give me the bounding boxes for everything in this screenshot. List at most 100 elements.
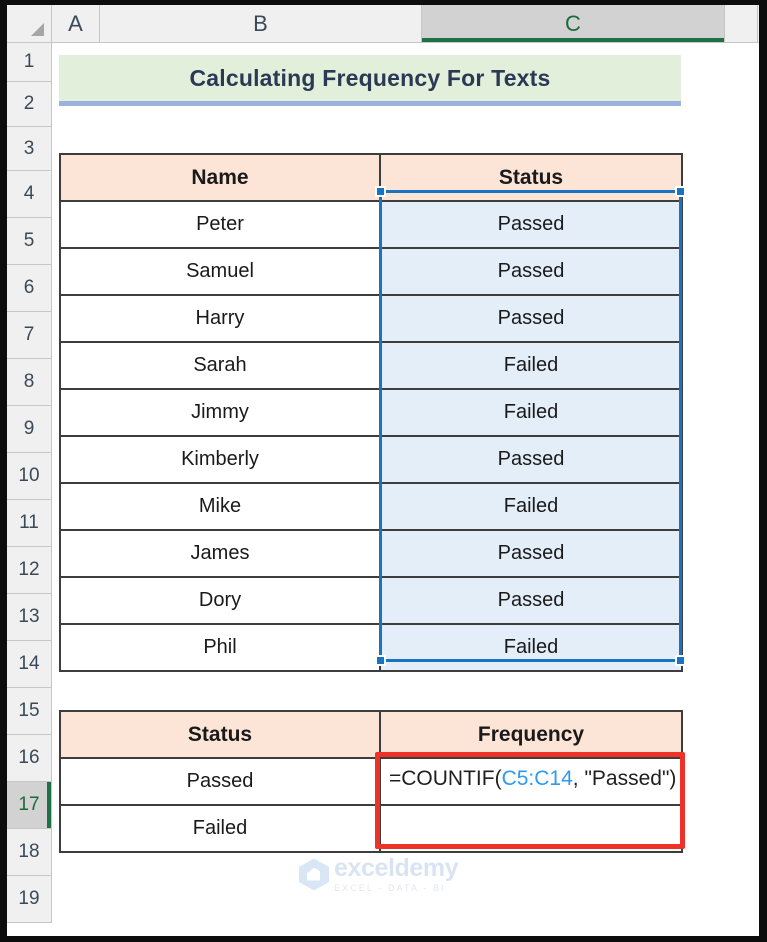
row-header-12[interactable]: 12 [7,547,51,594]
row-header-label: 5 [23,230,35,251]
excel-window: ABC 1 2 3 4 5 6 7 8 9 10 11 12 13 14 15 16 17 18 19 Calcul… [0,0,767,942]
formula-suffix: , "Passed") [572,767,677,790]
page-title: Calculating Frequency For Texts [189,64,551,91]
cell-status[interactable]: Passed [379,247,683,296]
column-header-label: B [253,10,268,36]
row-header-label: 8 [23,371,35,392]
row-header-label: 3 [23,137,35,159]
summary-column-header-frequency: Frequency [379,710,683,759]
summary-frequency-failed[interactable] [379,804,683,853]
row-header-label: 16 [18,747,40,768]
cell-name[interactable]: Samuel [59,247,381,296]
cell-status[interactable]: Passed [379,200,683,249]
column-header-blank[interactable] [725,5,758,42]
cell-status[interactable]: Failed [379,388,683,437]
row-header-label: 11 [19,512,39,533]
cell-name[interactable]: Peter [59,200,381,249]
table-row[interactable]: Sarah Failed [59,341,683,390]
summary-row-passed[interactable]: Passed =COUNTIF(C5:C14, "Passed") [59,757,683,806]
table-header-row: Name Status [59,153,683,202]
column-header-a[interactable]: A [52,5,100,42]
row-header-7[interactable]: 7 [7,312,51,359]
row-header-19[interactable]: 19 [7,876,51,923]
table-row[interactable]: Dory Passed [59,576,683,625]
formula-prefix: =COUNTIF( [389,767,502,790]
row-header-15[interactable]: 15 [7,688,51,735]
cell-status[interactable]: Passed [379,576,683,625]
formula-range-reference: C5:C14 [501,767,573,790]
cell-name[interactable]: Dory [59,576,381,625]
cell-name[interactable]: Phil [59,623,381,672]
cell-name[interactable]: Sarah [59,341,381,390]
select-all-corner[interactable] [7,5,52,42]
row-header-5[interactable]: 5 [7,218,51,265]
cell-name[interactable]: Jimmy [59,388,381,437]
row-header-label: 2 [23,93,35,114]
cell-status[interactable]: Passed [379,529,683,578]
summary-table[interactable]: Status Frequency Passed =COUNTIF(C5:C14,… [59,710,683,853]
row-header-4[interactable]: 4 [7,171,51,218]
summary-column-header-status: Status [59,710,381,759]
row-header-label: 15 [18,700,40,721]
title-banner: Calculating Frequency For Texts [59,55,681,106]
table-row[interactable]: James Passed [59,529,683,578]
table-row[interactable]: Jimmy Failed [59,388,683,437]
row-header-label: 14 [18,653,40,674]
row-header-11[interactable]: 11 [7,500,51,547]
worksheet-area[interactable]: ABC 1 2 3 4 5 6 7 8 9 10 11 12 13 14 15 16 17 18 19 Calcul… [7,5,759,936]
column-header-label: C [565,10,581,36]
row-header-6[interactable]: 6 [7,265,51,312]
row-header-9[interactable]: 9 [7,406,51,453]
row-header-1[interactable]: 1 [7,43,51,82]
row-header-10[interactable]: 10 [7,453,51,500]
cell-status[interactable]: Passed [379,435,683,484]
column-header-b[interactable]: B [100,5,422,42]
summary-row-failed[interactable]: Failed [59,804,683,853]
row-header-label: 1 [23,51,35,72]
summary-status-failed: Failed [59,804,381,853]
summary-status-passed: Passed [59,757,381,806]
row-header-label: 12 [18,559,40,580]
row-header-label: 6 [23,277,35,298]
row-header-2[interactable]: 2 [7,82,51,127]
table-row[interactable]: Kimberly Passed [59,435,683,484]
row-header-bar[interactable]: 1 2 3 4 5 6 7 8 9 10 11 12 13 14 15 16 17 18 19 [7,43,52,923]
cell-status[interactable]: Failed [379,341,683,390]
row-header-label: 4 [23,183,35,204]
table-row[interactable]: Harry Passed [59,294,683,343]
cell-name[interactable]: Mike [59,482,381,531]
row-header-label: 10 [18,465,40,486]
row-header-17[interactable]: 17 [7,782,51,829]
cell-status[interactable]: Passed [379,294,683,343]
table-row[interactable]: Mike Failed [59,482,683,531]
column-header-c[interactable]: C [422,5,725,42]
row-header-18[interactable]: 18 [7,829,51,876]
cell-name[interactable]: Harry [59,294,381,343]
row-header-16[interactable]: 16 [7,735,51,782]
row-header-label: 19 [18,888,40,909]
table-row[interactable]: Phil Failed [59,623,683,672]
column-header-label: A [68,10,83,36]
column-header-bar[interactable]: A B C [7,5,759,43]
row-header-label: 17 [18,794,40,815]
row-header-label: 7 [23,324,35,345]
summary-header-row: Status Frequency [59,710,683,759]
select-all-triangle-icon [31,23,44,36]
table-row[interactable]: Peter Passed [59,200,683,249]
row-header-label: 13 [18,606,40,627]
row-header-label: 9 [23,418,35,439]
cell-name[interactable]: Kimberly [59,435,381,484]
row-header-13[interactable]: 13 [7,594,51,641]
cell-status[interactable]: Failed [379,623,683,672]
row-header-14[interactable]: 14 [7,641,51,688]
cell-status[interactable]: Failed [379,482,683,531]
row-header-8[interactable]: 8 [7,359,51,406]
row-header-3[interactable]: 3 [7,127,51,171]
frequency-formula-cell[interactable]: =COUNTIF(C5:C14, "Passed") [379,757,683,806]
cell-name[interactable]: James [59,529,381,578]
main-data-table[interactable]: Name Status Peter Passed Samuel Passed Harry… [59,153,683,672]
column-header-status: Status [379,153,683,202]
row-header-label: 18 [18,841,40,862]
column-header-name: Name [59,153,381,202]
table-row[interactable]: Samuel Passed [59,247,683,296]
